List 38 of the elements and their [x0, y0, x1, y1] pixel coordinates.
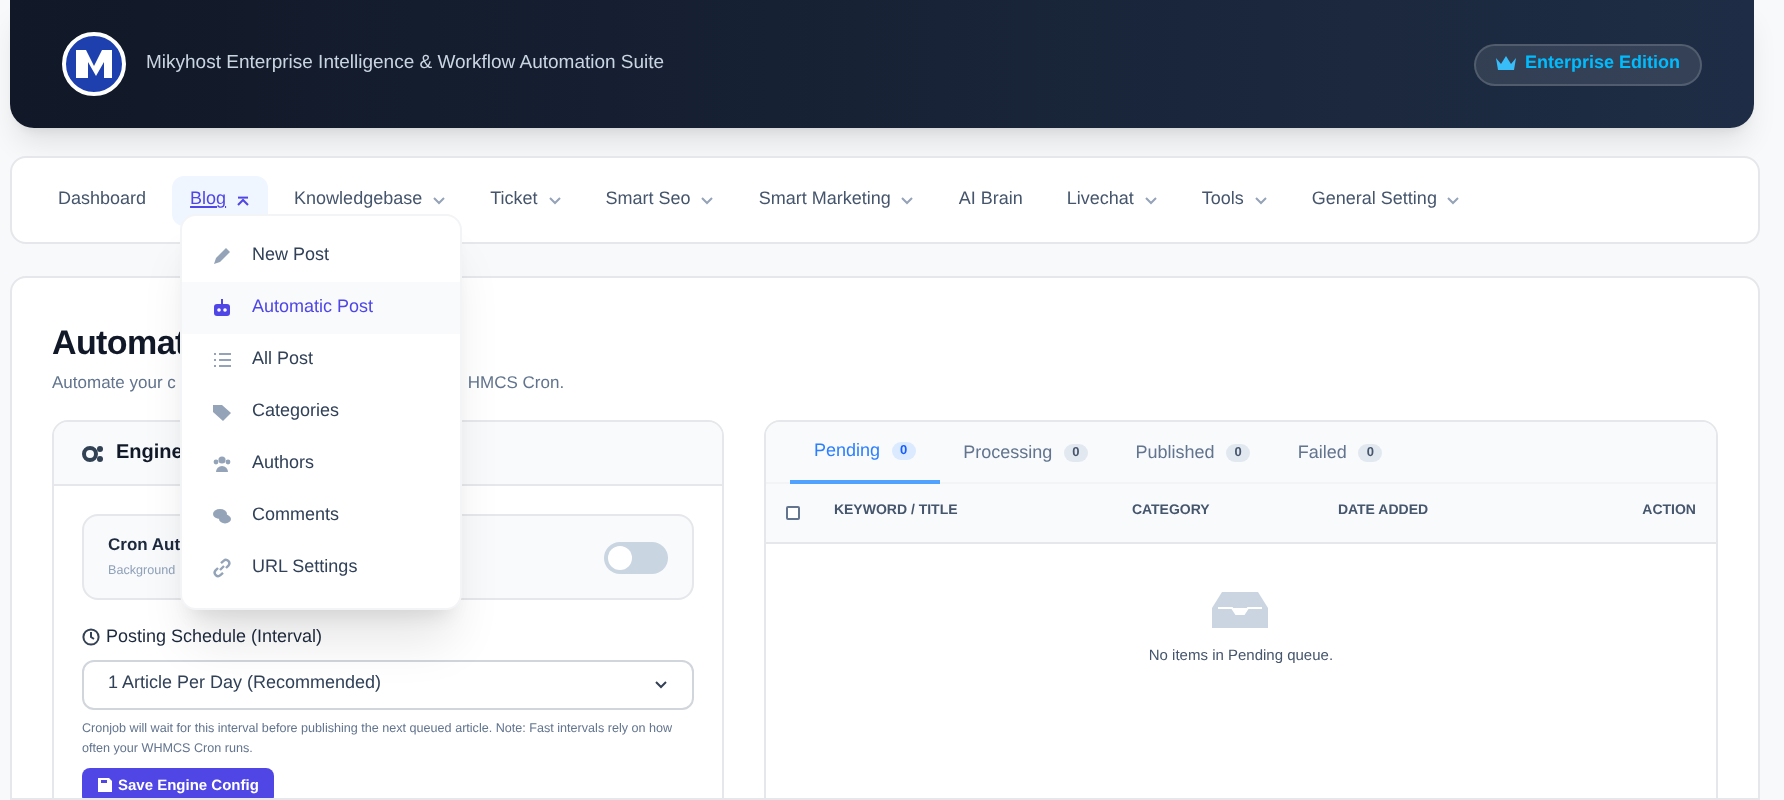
nav-item[interactable]: Tools — [1183, 175, 1286, 225]
inbox-icon — [1212, 592, 1269, 628]
list-icon — [212, 350, 232, 370]
card-title: Engine — [116, 440, 183, 468]
nav-item[interactable]: Livechat — [1048, 175, 1176, 225]
cron-label: Cron Aut — [108, 532, 181, 559]
schedule-select[interactable]: 1 Article Per Day (Recommended) — [82, 659, 694, 709]
nav-item[interactable]: Smart Marketing — [740, 175, 933, 225]
toggle-switch[interactable] — [603, 541, 668, 573]
gears-icon — [82, 443, 104, 463]
robot-icon — [212, 298, 232, 318]
clock-icon — [82, 628, 100, 647]
menu-item[interactable]: Comments — [182, 490, 460, 542]
nav-item[interactable]: Smart Seo — [587, 175, 733, 225]
nav-item[interactable]: Knowledgebase — [276, 175, 465, 225]
field-label: Posting Schedule (Interval) — [106, 624, 323, 650]
link-icon — [212, 558, 232, 578]
menu-item[interactable]: All Post — [182, 334, 460, 386]
save-icon — [98, 778, 112, 792]
nav-item[interactable]: Dashboard — [40, 175, 165, 225]
speech-bubbles-icon — [212, 506, 232, 526]
page-subtitle: Automate your c — [52, 370, 176, 394]
nav-item[interactable]: AI Brain — [940, 175, 1041, 225]
logo-icon — [62, 32, 126, 96]
menu-item[interactable]: Automatic Post — [182, 282, 460, 334]
menu-item[interactable]: Authors — [182, 438, 460, 490]
select-all-checkbox[interactable] — [785, 506, 800, 520]
crown-icon — [1496, 56, 1517, 72]
page-subtitle: HMCS Cron. — [467, 370, 565, 394]
badge-label: Enterprise Edition — [1524, 50, 1680, 77]
menu-item[interactable]: Categories — [182, 386, 460, 438]
caret-icon — [653, 679, 668, 689]
menu-item[interactable]: New Post — [182, 230, 460, 282]
nav-item[interactable]: General Setting — [1293, 175, 1479, 225]
app-title: Mikyhost Enterprise Intelligence & Workflow Automation Suite — [146, 49, 665, 78]
menu-item[interactable]: URL Settings — [182, 542, 460, 594]
users-icon — [212, 454, 232, 474]
nav-item[interactable]: Ticket — [472, 175, 580, 225]
